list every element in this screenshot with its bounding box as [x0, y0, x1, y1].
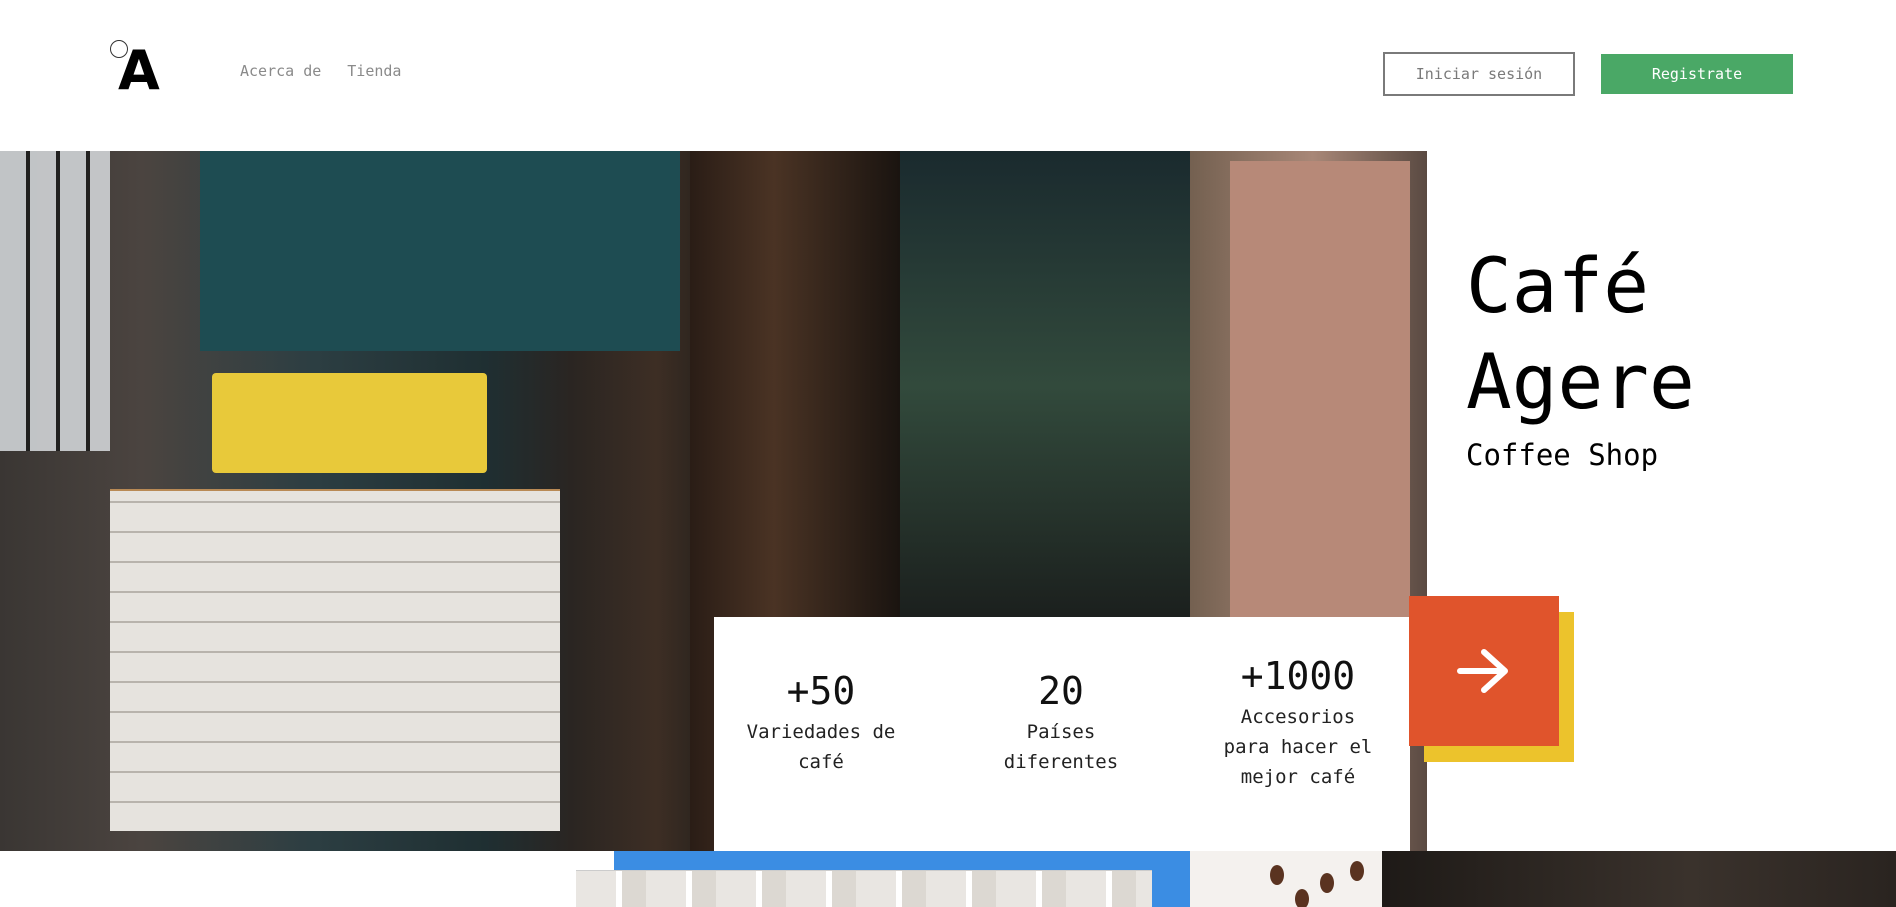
- stat-label-line: para hacer el: [1223, 736, 1373, 758]
- hero-title: Café Agere: [1466, 238, 1886, 430]
- logo-letter: A: [118, 39, 160, 102]
- arrow-right-icon: [1457, 649, 1508, 693]
- hero-title-line2: Agere: [1466, 337, 1695, 426]
- stat-accessories: +1000 Accesorios para hacer el mejor caf…: [1208, 654, 1388, 792]
- bean-shape: [1295, 889, 1309, 907]
- hero-pink-wall: [1230, 161, 1410, 621]
- hero-counter: [110, 491, 560, 831]
- hero-wall: [200, 151, 680, 351]
- map-image[interactable]: [576, 870, 1152, 907]
- nav-link-about[interactable]: Acerca de: [240, 62, 321, 80]
- login-button[interactable]: Iniciar sesión: [1383, 52, 1575, 96]
- hero-window: [0, 151, 110, 451]
- stat-label-line: Variedades de: [746, 721, 896, 743]
- stat-value: +1000: [1240, 654, 1356, 698]
- stat-label-line: Accesorios: [1240, 706, 1356, 728]
- bean-shape: [1350, 861, 1364, 881]
- espresso-machine-image: [1382, 851, 1896, 907]
- register-button[interactable]: Registrate: [1601, 54, 1793, 94]
- stat-label: Países diferentes: [971, 717, 1151, 777]
- coffee-beans-image: [1190, 851, 1382, 907]
- hero-title-line1: Café: [1466, 241, 1650, 330]
- stat-value: +50: [786, 669, 856, 713]
- stat-label: Accesorios para hacer el mejor café: [1208, 702, 1388, 792]
- bean-shape: [1270, 865, 1284, 885]
- main-nav: Acerca de Tienda: [240, 62, 401, 80]
- hero-espresso-machine: [212, 373, 487, 473]
- stat-value: 20: [1038, 669, 1084, 713]
- bean-shape: [1320, 873, 1334, 893]
- stat-countries: 20 Países diferentes: [971, 669, 1151, 777]
- nav-link-shop[interactable]: Tienda: [347, 62, 401, 80]
- hero-shelves: [900, 151, 1190, 621]
- stat-label-line: diferentes: [1003, 751, 1119, 773]
- stats-panel: +50 Variedades de café 20 Países diferen…: [714, 617, 1410, 851]
- next-arrow-button[interactable]: [1409, 596, 1559, 746]
- stat-label-line: café: [798, 751, 844, 773]
- stat-label: Variedades de café: [731, 717, 911, 777]
- stat-label-line: Países: [1026, 721, 1096, 743]
- stat-label-line: mejor café: [1240, 766, 1356, 788]
- logo[interactable]: A: [110, 40, 170, 102]
- stat-varieties: +50 Variedades de café: [731, 669, 911, 777]
- hero-subtitle: Coffee Shop: [1466, 438, 1659, 472]
